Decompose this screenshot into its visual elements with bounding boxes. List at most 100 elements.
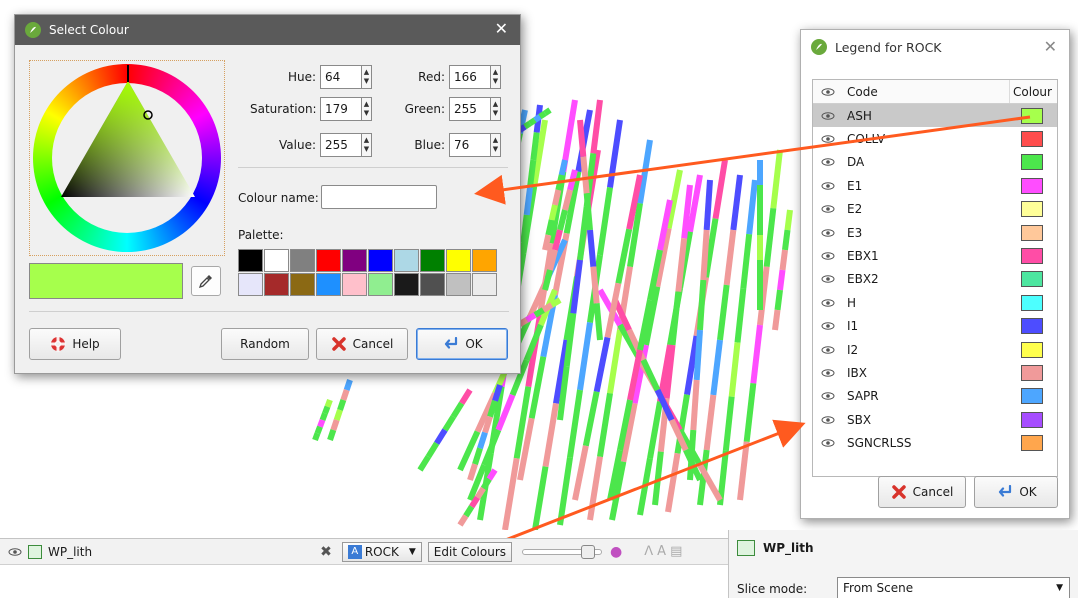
eye-icon[interactable]	[813, 299, 843, 307]
text-style-icon[interactable]: A	[657, 544, 666, 559]
palette-swatch[interactable]	[368, 273, 393, 296]
green-spinner[interactable]: ▲ ▼	[491, 97, 501, 121]
eye-icon[interactable]	[813, 205, 843, 213]
palette-swatch[interactable]	[238, 249, 263, 272]
blue-spinner[interactable]: ▲ ▼	[491, 133, 501, 157]
slider-handle[interactable]	[581, 544, 596, 559]
select-colour-title-bar[interactable]: Select Colour ✕	[15, 15, 520, 45]
code-column-header[interactable]: Code	[843, 85, 1009, 99]
colour-wheel[interactable]	[29, 60, 225, 256]
legend-title-bar[interactable]: Legend for ROCK ✕	[801, 30, 1069, 64]
palette-swatch[interactable]	[290, 249, 315, 272]
hue-input[interactable]: 64	[320, 65, 362, 89]
palette-swatch[interactable]	[420, 273, 445, 296]
palette-swatch[interactable]	[238, 273, 263, 296]
eye-icon[interactable]	[8, 545, 22, 559]
hue-spinner[interactable]: ▲ ▼	[362, 65, 372, 89]
legend-colour-swatch[interactable]	[1021, 224, 1043, 241]
eye-icon[interactable]	[813, 182, 843, 190]
legend-colour-swatch[interactable]	[1021, 364, 1043, 381]
eye-icon[interactable]	[813, 392, 843, 401]
legend-colour-swatch[interactable]	[1021, 201, 1043, 218]
legend-colour-swatch[interactable]	[1021, 271, 1043, 288]
random-button[interactable]: Random	[221, 328, 309, 360]
legend-row[interactable]: IBX	[813, 361, 1057, 384]
palette-swatch[interactable]	[316, 273, 341, 296]
column-selector[interactable]: A ROCK ▼	[341, 541, 422, 562]
palette-swatch[interactable]	[264, 249, 289, 272]
legend-colour-swatch[interactable]	[1021, 107, 1043, 124]
value-input[interactable]: 255	[320, 133, 362, 157]
palette-swatch[interactable]	[342, 273, 367, 296]
red-spinner[interactable]: ▲ ▼	[491, 65, 501, 89]
eye-icon[interactable]	[813, 439, 843, 447]
legend-row[interactable]: H	[813, 291, 1057, 314]
eye-icon[interactable]	[813, 416, 843, 424]
eye-icon[interactable]	[813, 369, 843, 377]
eye-icon[interactable]	[813, 322, 843, 330]
palette-swatch[interactable]	[368, 249, 393, 272]
red-input[interactable]: 166	[449, 65, 491, 89]
palette-swatch[interactable]	[446, 249, 471, 272]
legend-ok-button[interactable]: OK	[974, 476, 1058, 508]
palette-swatch[interactable]	[446, 273, 471, 296]
saturation-spinner[interactable]: ▲ ▼	[362, 97, 372, 121]
close-icon[interactable]: ✕	[1044, 37, 1057, 56]
palette-swatch[interactable]	[264, 273, 289, 296]
ok-button[interactable]: OK	[416, 328, 508, 360]
legend-row[interactable]: I2	[813, 338, 1057, 361]
line-style-icon[interactable]: ᐱ	[644, 544, 653, 559]
green-input[interactable]: 255	[449, 97, 491, 121]
legend-colour-swatch[interactable]	[1021, 411, 1043, 428]
legend-row[interactable]: EBX1	[813, 244, 1057, 267]
saturation-input[interactable]: 179	[320, 97, 362, 121]
eye-icon[interactable]	[813, 135, 843, 143]
legend-row[interactable]: SGNCRLSS	[813, 431, 1057, 454]
legend-row[interactable]: E2	[813, 198, 1057, 221]
opacity-slider[interactable]	[522, 544, 603, 559]
colour-drop-icon[interactable]: ●	[610, 544, 622, 560]
eye-icon[interactable]	[813, 228, 843, 237]
eye-icon[interactable]	[813, 87, 843, 96]
legend-colour-swatch[interactable]	[1021, 318, 1043, 335]
blue-input[interactable]: 76	[449, 133, 491, 157]
legend-row[interactable]: SAPR	[813, 385, 1057, 408]
legend-row[interactable]: E1	[813, 174, 1057, 197]
palette-swatch[interactable]	[394, 273, 419, 296]
cancel-button[interactable]: Cancel	[316, 328, 408, 360]
palette-swatch[interactable]	[472, 273, 497, 296]
legend-colour-swatch[interactable]	[1021, 341, 1043, 358]
legend-row[interactable]: I1	[813, 315, 1057, 338]
eye-icon[interactable]	[813, 111, 843, 120]
colour-column-header[interactable]: Colour	[1009, 80, 1055, 103]
palette-swatch[interactable]	[472, 249, 497, 272]
eye-icon[interactable]	[813, 158, 843, 167]
palette-swatch[interactable]	[394, 249, 419, 272]
legend-cancel-button[interactable]: Cancel	[878, 476, 966, 508]
close-icon[interactable]: ✕	[495, 19, 508, 38]
legend-row[interactable]: DA	[813, 151, 1057, 174]
eye-icon[interactable]	[813, 345, 843, 354]
palette-swatch[interactable]	[420, 249, 445, 272]
legend-colour-swatch[interactable]	[1021, 388, 1043, 405]
help-button[interactable]: Help	[29, 328, 121, 360]
legend-row[interactable]: EBX2	[813, 268, 1057, 291]
eyedropper-button[interactable]	[191, 266, 221, 296]
legend-colour-swatch[interactable]	[1021, 177, 1043, 194]
edit-colours-button[interactable]: Edit Colours	[427, 541, 513, 562]
legend-row[interactable]: ASH	[813, 104, 1057, 128]
clear-icon[interactable]: ✖	[320, 544, 332, 560]
legend-colour-swatch[interactable]	[1021, 154, 1043, 171]
slice-mode-select[interactable]: From Scene ▼	[837, 577, 1070, 598]
sv-triangle[interactable]	[30, 61, 226, 257]
properties-icon[interactable]: ▤	[670, 544, 682, 559]
legend-row[interactable]: COLLV	[813, 127, 1057, 150]
legend-colour-swatch[interactable]	[1021, 131, 1043, 148]
legend-colour-swatch[interactable]	[1021, 435, 1043, 452]
legend-row[interactable]: E3	[813, 221, 1057, 244]
palette-swatch[interactable]	[342, 249, 367, 272]
eye-icon[interactable]	[813, 275, 843, 284]
legend-colour-swatch[interactable]	[1021, 294, 1043, 311]
value-spinner[interactable]: ▲ ▼	[362, 133, 372, 157]
legend-colour-swatch[interactable]	[1021, 248, 1043, 265]
